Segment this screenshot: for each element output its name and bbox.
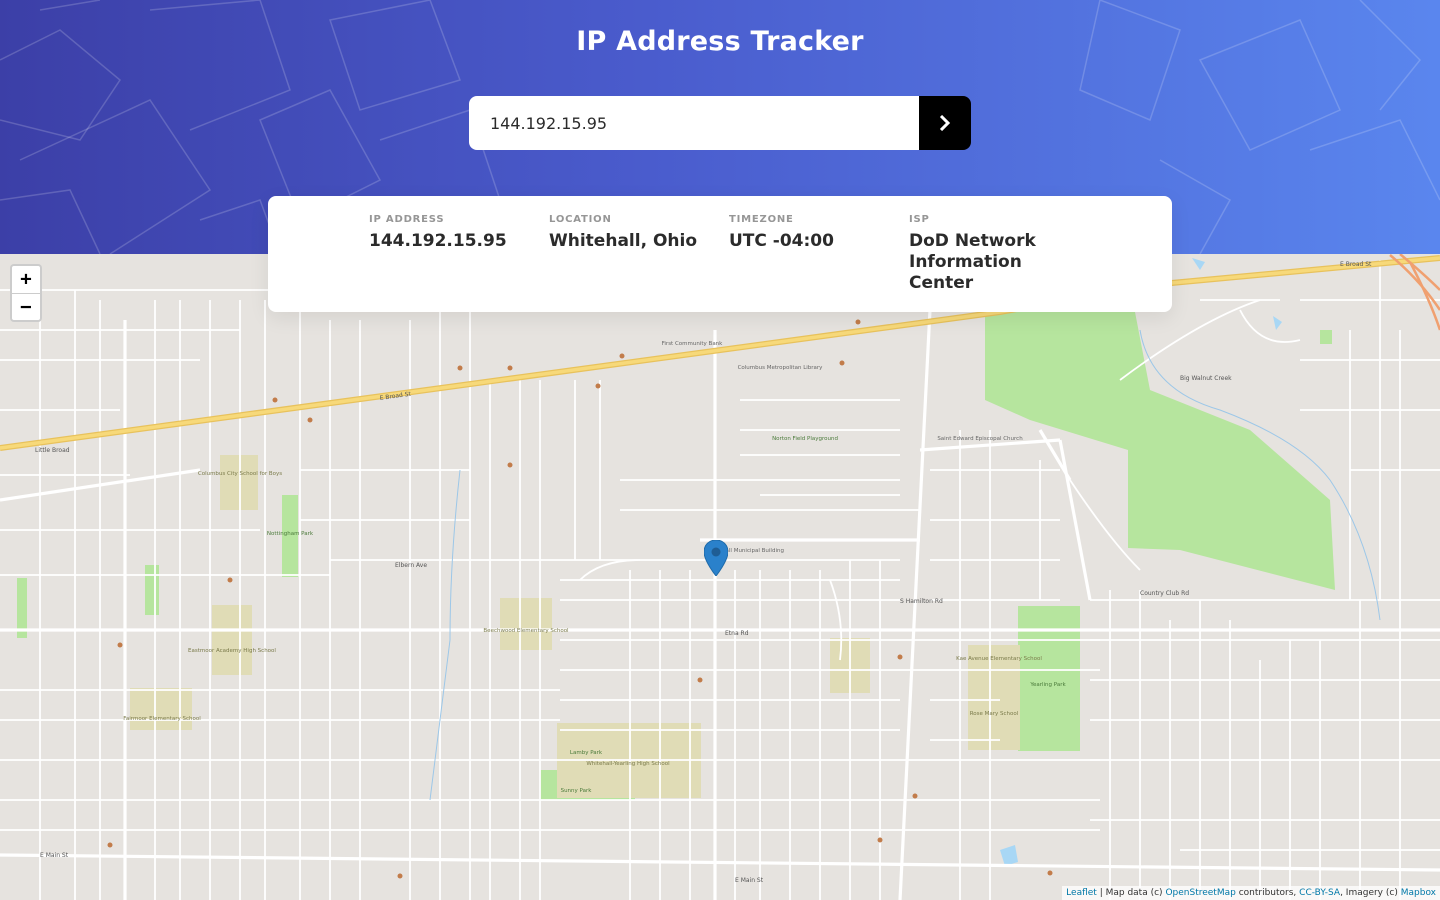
page-title: IP Address Tracker [576,26,864,57]
stat-value: Whitehall, Ohio [549,231,698,251]
svg-text:E Main St: E Main St [735,877,764,884]
stat-label: LOCATION [549,214,612,225]
svg-text:First Community Bank: First Community Bank [662,341,724,347]
stat-value: 144.192.15.95 [369,231,507,251]
ip-info-card: IP ADDRESS 144.192.15.95 LOCATION Whiteh… [268,196,1172,312]
svg-text:Lamby Park: Lamby Park [570,750,603,756]
ip-search-input[interactable] [469,96,919,150]
stat-value: UTC -04:00 [729,231,834,251]
map-tiles: E Broad St E Broad St Little Broad S Ham… [0,254,1440,900]
svg-text:Elbern Ave: Elbern Ave [395,562,427,569]
svg-text:Country Club Rd: Country Club Rd [1140,590,1189,597]
stat-isp: ISP DoD Network Information Center [909,214,1059,294]
stat-location: LOCATION Whitehall, Ohio [549,214,719,252]
stat-label: ISP [909,214,930,225]
svg-text:Yearling Park: Yearling Park [1029,682,1066,688]
stat-label: TIMEZONE [729,214,794,225]
attribution-text: , Imagery (c) [1340,888,1398,898]
license-link[interactable]: CC-BY-SA [1299,888,1340,898]
stat-ip-address: IP ADDRESS 144.192.15.95 [369,214,539,252]
leaflet-link[interactable]: Leaflet [1066,888,1097,898]
svg-text:Etna Rd: Etna Rd [725,630,749,637]
stat-timezone: TIMEZONE UTC -04:00 [729,214,899,252]
zoom-out-button[interactable]: − [12,294,40,321]
zoom-in-button[interactable]: + [12,266,40,294]
search-submit-button[interactable] [919,96,971,150]
svg-text:Norton Field Playground: Norton Field Playground [772,436,838,442]
svg-text:E Broad St: E Broad St [379,391,412,402]
svg-text:Beechwood Elementary School: Beechwood Elementary School [483,628,569,634]
zoom-control: + − [10,264,42,322]
chevron-right-icon [939,115,951,131]
svg-text:Rose Mary School: Rose Mary School [970,711,1019,717]
search-form [469,96,971,150]
map-canvas[interactable]: E Broad St E Broad St Little Broad S Ham… [0,254,1440,900]
map-marker-icon[interactable] [704,540,728,576]
attribution-text: contributors, [1238,888,1297,898]
svg-text:Columbus City School for Boys: Columbus City School for Boys [198,471,282,477]
svg-text:Kae Avenue Elementary School: Kae Avenue Elementary School [956,656,1042,662]
svg-text:Columbus Metropolitan Library: Columbus Metropolitan Library [738,365,824,371]
map-attribution: Leaflet | Map data (c) OpenStreetMap con… [1062,886,1440,900]
stat-value: DoD Network Information Center [909,231,1036,293]
svg-text:Eastmoor Academy High School: Eastmoor Academy High School [188,648,276,654]
svg-text:Big Walnut Creek: Big Walnut Creek [1180,375,1232,382]
stat-label: IP ADDRESS [369,214,445,225]
attribution-text: | Map data (c) [1099,888,1163,898]
svg-text:Sunny Park: Sunny Park [561,788,593,794]
svg-text:E Broad St: E Broad St [1340,261,1372,268]
svg-text:Nottingham Park: Nottingham Park [267,531,314,537]
svg-text:Saint Edward Episcopal Church: Saint Edward Episcopal Church [937,436,1023,442]
svg-text:E Main St: E Main St [40,852,69,859]
svg-text:S Hamilton Rd: S Hamilton Rd [900,598,943,605]
svg-text:Fairmoor Elementary School: Fairmoor Elementary School [123,716,201,722]
svg-text:Whitehall-Yearling High School: Whitehall-Yearling High School [586,761,670,767]
openstreetmap-link[interactable]: OpenStreetMap [1165,888,1235,898]
mapbox-link[interactable]: Mapbox [1401,888,1436,898]
svg-text:Little Broad: Little Broad [35,447,70,454]
